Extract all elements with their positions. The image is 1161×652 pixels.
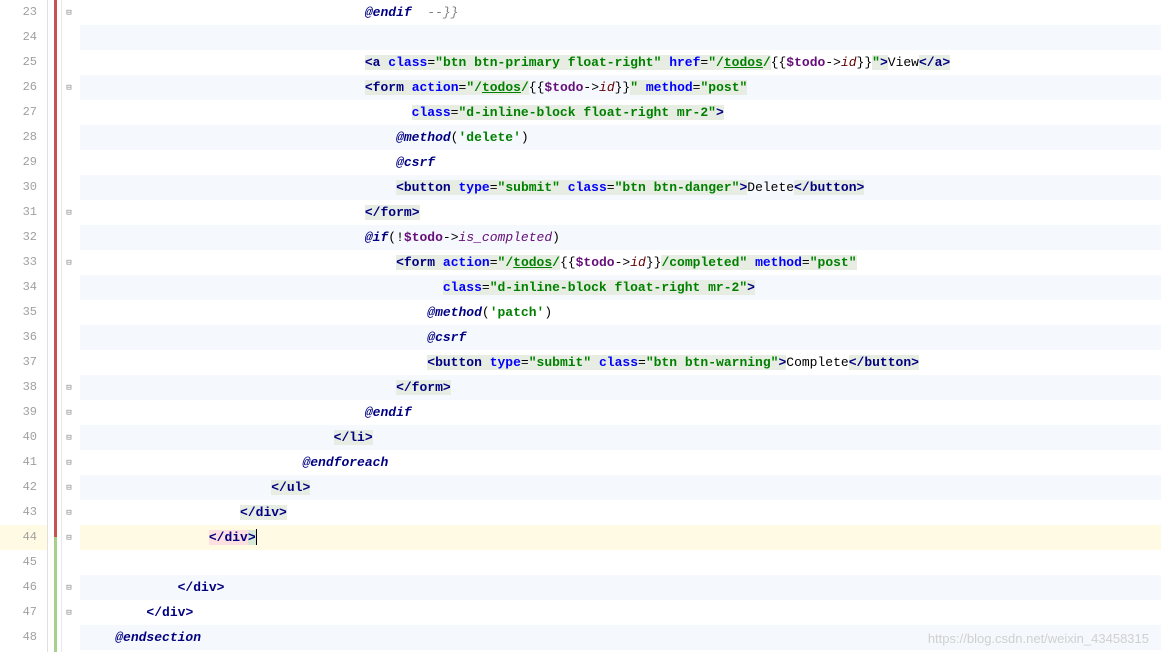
text-cursor bbox=[256, 529, 257, 545]
line-number[interactable]: 42 bbox=[0, 475, 47, 500]
line-number-gutter[interactable]: 23 24 25 26 27 28 29 30 31 32 33 34 35 3… bbox=[0, 0, 48, 652]
fold-icon[interactable]: ⊟ bbox=[64, 8, 74, 18]
line-number[interactable]: 29 bbox=[0, 150, 47, 175]
fold-icon[interactable]: ⊟ bbox=[64, 508, 74, 518]
fold-icon[interactable]: ⊟ bbox=[64, 458, 74, 468]
fold-icon[interactable]: ⊟ bbox=[64, 608, 74, 618]
line-number[interactable]: 41 bbox=[0, 450, 47, 475]
fold-icon[interactable]: ⊟ bbox=[64, 208, 74, 218]
line-number[interactable]: 44 bbox=[0, 525, 47, 550]
line-number[interactable]: 32 bbox=[0, 225, 47, 250]
line-number[interactable]: 37 bbox=[0, 350, 47, 375]
line-number[interactable]: 25 bbox=[0, 50, 47, 75]
code-editor: 23 24 25 26 27 28 29 30 31 32 33 34 35 3… bbox=[0, 0, 1161, 652]
line-number[interactable]: 36 bbox=[0, 325, 47, 350]
fold-icon[interactable]: ⊟ bbox=[64, 408, 74, 418]
line-number[interactable]: 26 bbox=[0, 75, 47, 100]
fold-icon[interactable]: ⊟ bbox=[64, 533, 74, 543]
fold-icon[interactable]: ⊟ bbox=[64, 433, 74, 443]
line-number[interactable]: 38 bbox=[0, 375, 47, 400]
line-number[interactable]: 43 bbox=[0, 500, 47, 525]
line-number[interactable]: 39 bbox=[0, 400, 47, 425]
line-number[interactable]: 40 bbox=[0, 425, 47, 450]
line-number[interactable]: 33 bbox=[0, 250, 47, 275]
line-number[interactable]: 30 bbox=[0, 175, 47, 200]
fold-icon[interactable]: ⊟ bbox=[64, 583, 74, 593]
line-number[interactable]: 47 bbox=[0, 600, 47, 625]
change-marker-column bbox=[48, 0, 62, 652]
line-number[interactable]: 23 bbox=[0, 0, 47, 25]
line-number[interactable]: 34 bbox=[0, 275, 47, 300]
line-number[interactable]: 48 bbox=[0, 625, 47, 650]
fold-icon[interactable]: ⊟ bbox=[64, 83, 74, 93]
deleted-marker bbox=[54, 0, 57, 537]
fold-column[interactable]: ⊟ ⊟ ⊟ ⊟ ⊟ ⊟ ⊟ ⊟ ⊟ ⊟ ⊟ ⊟ ⊟ 💡 bbox=[62, 0, 80, 652]
fold-icon[interactable]: ⊟ bbox=[64, 383, 74, 393]
fold-icon[interactable]: ⊟ bbox=[64, 483, 74, 493]
line-number[interactable]: 45 bbox=[0, 550, 47, 575]
fold-icon[interactable]: ⊟ bbox=[64, 258, 74, 268]
code-area[interactable]: @endif --}} <a class="btn btn-primary fl… bbox=[80, 0, 1161, 652]
line-number[interactable]: 28 bbox=[0, 125, 47, 150]
line-number[interactable]: 24 bbox=[0, 25, 47, 50]
line-number[interactable]: 31 bbox=[0, 200, 47, 225]
line-number[interactable]: 27 bbox=[0, 100, 47, 125]
line-number[interactable]: 35 bbox=[0, 300, 47, 325]
line-number[interactable]: 46 bbox=[0, 575, 47, 600]
added-marker bbox=[54, 537, 57, 652]
